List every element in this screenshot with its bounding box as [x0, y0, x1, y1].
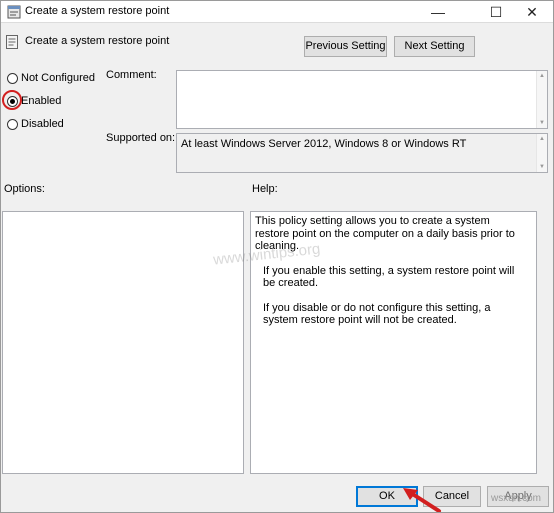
supported-scrollbar[interactable]: ▲ ▼: [536, 134, 547, 172]
red-highlight-circle: [2, 90, 22, 110]
supported-on-box: At least Windows Server 2012, Windows 8 …: [176, 133, 548, 173]
help-text: This policy setting allows you to create…: [255, 215, 525, 339]
comment-scrollbar[interactable]: ▲ ▼: [536, 71, 547, 128]
radio-label: Enabled: [21, 95, 62, 107]
radio-label: Disabled: [21, 118, 64, 130]
window-title: Create a system restore point: [25, 5, 170, 17]
policy-document-icon: [6, 35, 18, 49]
supported-on-value: At least Windows Server 2012, Windows 8 …: [181, 138, 467, 150]
help-paragraph: If you disable or do not configure this …: [263, 301, 491, 327]
scroll-up-icon[interactable]: ▲: [538, 135, 546, 143]
red-arrow-icon: [403, 488, 441, 512]
close-button[interactable]: ✕: [509, 1, 553, 23]
radio-button[interactable]: [7, 73, 18, 84]
scroll-down-icon[interactable]: ▼: [538, 163, 546, 171]
policy-dialog: Create a system restore point — ☐ ✕ Crea…: [0, 0, 554, 513]
comment-label: Comment:: [106, 69, 157, 81]
previous-setting-button[interactable]: Previous Setting: [304, 36, 387, 57]
help-paragraph: If you enable this setting, a system res…: [263, 264, 515, 290]
policy-title: Create a system restore point: [25, 35, 170, 47]
scroll-up-icon[interactable]: ▲: [538, 72, 546, 80]
radio-label: Not Configured: [21, 72, 95, 84]
help-paragraph: This policy setting allows you to create…: [255, 215, 515, 252]
scroll-down-icon[interactable]: ▼: [538, 119, 546, 127]
help-panel: This policy setting allows you to create…: [250, 211, 537, 474]
comment-textarea[interactable]: ▲ ▼: [176, 70, 548, 129]
site-watermark: wsxdn.com: [491, 493, 542, 504]
minimize-button[interactable]: —: [415, 1, 461, 23]
help-scrollbar[interactable]: [539, 211, 550, 474]
supported-on-label: Supported on:: [106, 132, 176, 144]
options-panel: [2, 211, 244, 474]
options-label: Options:: [4, 183, 45, 195]
radio-button[interactable]: [7, 119, 18, 130]
next-setting-button[interactable]: Next Setting: [394, 36, 475, 57]
title-bar: Create a system restore point — ☐ ✕: [1, 1, 553, 23]
help-label: Help:: [252, 183, 278, 195]
policy-settings-icon: [7, 5, 21, 19]
